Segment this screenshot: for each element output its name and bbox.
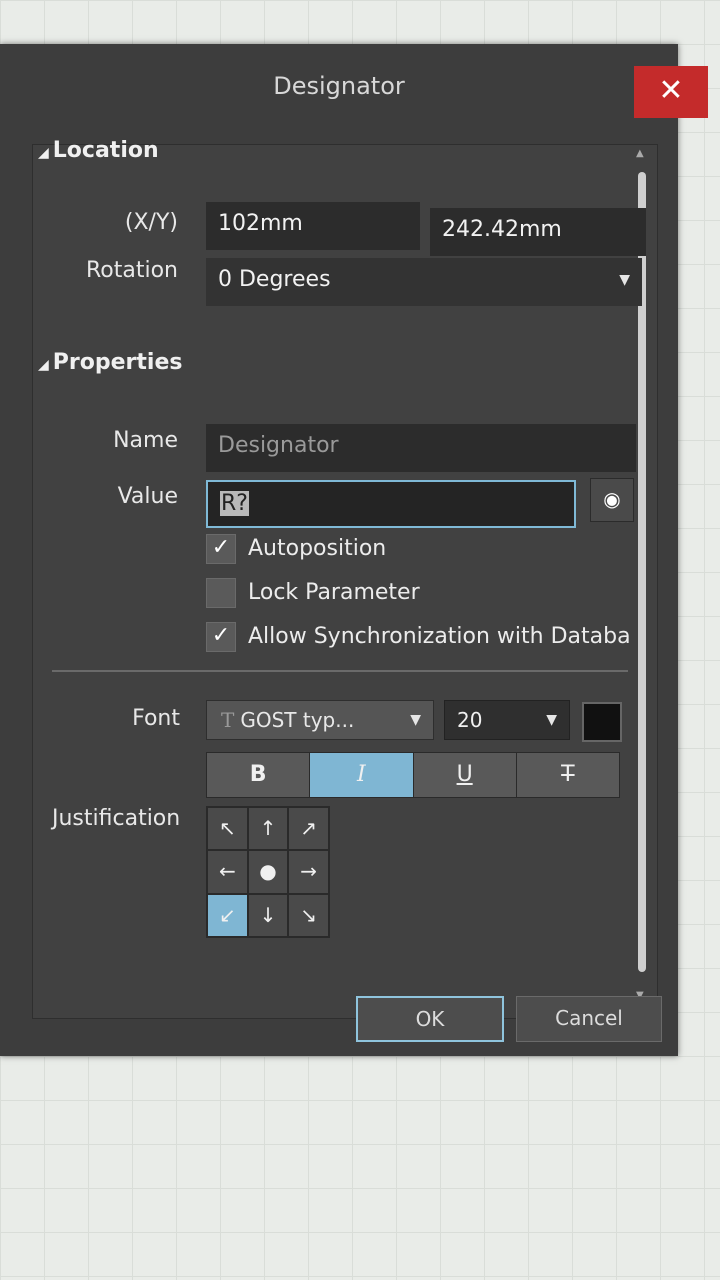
font-family-value: GOST typ... [240, 708, 355, 732]
rotation-value: 0 Degrees [218, 267, 331, 292]
value-input[interactable]: R? [206, 480, 576, 528]
font-size-value: 20 [457, 708, 483, 732]
justification-grid: ↖ ↑ ↗ ← ● → ↙ ↓ ↘ [206, 806, 330, 938]
lock-parameter-checkbox[interactable] [206, 578, 236, 608]
value-label: Value [117, 484, 178, 509]
justify-bottom-right-icon[interactable]: ↘ [288, 893, 329, 937]
truetype-icon: T [221, 708, 235, 732]
underline-button[interactable]: U [413, 753, 517, 797]
close-icon: ✕ [658, 73, 684, 108]
cancel-button[interactable]: Cancel [516, 996, 662, 1042]
name-label: Name [113, 428, 178, 453]
justify-top-center-icon[interactable]: ↑ [247, 807, 289, 851]
dialog-title: Designator [273, 72, 405, 100]
justify-bottom-center-icon[interactable]: ↓ [247, 893, 289, 937]
visibility-toggle-button[interactable]: ◉ [590, 478, 634, 522]
designator-dialog: Designator ✕ ▲ ▼ ◢Location (X/Y) 102mm 2… [0, 44, 708, 1056]
y-input[interactable]: 242.42mm [430, 208, 646, 256]
autoposition-checkbox[interactable]: ✓ [206, 534, 236, 564]
allow-sync-checkbox[interactable]: ✓ [206, 622, 236, 652]
rotation-label: Rotation [85, 258, 178, 283]
location-section-header[interactable]: ◢ Location [38, 138, 159, 163]
chevron-down-icon: ▼ [619, 272, 630, 288]
autoposition-label: Autoposition [248, 536, 387, 561]
justify-center-icon[interactable]: ● [247, 850, 289, 894]
x-input[interactable]: 102mm [206, 202, 420, 250]
chevron-down-icon: ▼ [410, 712, 421, 728]
value-text: R? [220, 491, 249, 516]
close-button[interactable]: ✕ [634, 66, 708, 118]
justify-bottom-left-icon[interactable]: ↙ [207, 893, 248, 937]
section-divider [52, 670, 628, 672]
justify-top-right-icon[interactable]: ↗ [288, 807, 329, 851]
strikethrough-button[interactable]: T [516, 753, 619, 797]
collapse-triangle-icon: ◢ [38, 145, 49, 161]
scroll-up-icon[interactable]: ▲ [636, 148, 644, 159]
font-label: Font [132, 706, 180, 731]
font-style-toolbar: B I U T [206, 752, 620, 798]
title-bar[interactable]: Designator ✕ [0, 44, 708, 124]
justify-top-left-icon[interactable]: ↖ [207, 807, 248, 851]
xy-label: (X/Y) [124, 210, 178, 235]
font-color-swatch[interactable] [582, 702, 622, 742]
rotation-dropdown[interactable]: 0 Degrees ▼ [206, 258, 642, 306]
justification-label: Justification [52, 806, 181, 831]
allow-sync-label: Allow Synchronization with Databa [248, 624, 631, 649]
collapse-triangle-icon: ◢ [38, 357, 49, 373]
name-input[interactable]: Designator [206, 424, 636, 472]
ok-button[interactable]: OK [356, 996, 504, 1042]
properties-section-header[interactable]: ◢ Properties [38, 350, 182, 375]
font-family-dropdown[interactable]: T GOST typ... ▼ [206, 700, 434, 740]
font-size-dropdown[interactable]: 20 ▼ [444, 700, 570, 740]
eye-icon: ◉ [603, 487, 621, 511]
justify-middle-right-icon[interactable]: → [288, 850, 329, 894]
justify-middle-left-icon[interactable]: ← [207, 850, 248, 894]
italic-button[interactable]: I [310, 753, 414, 797]
bold-button[interactable]: B [207, 753, 311, 797]
lock-parameter-label: Lock Parameter [248, 580, 420, 605]
chevron-down-icon: ▼ [546, 712, 557, 728]
